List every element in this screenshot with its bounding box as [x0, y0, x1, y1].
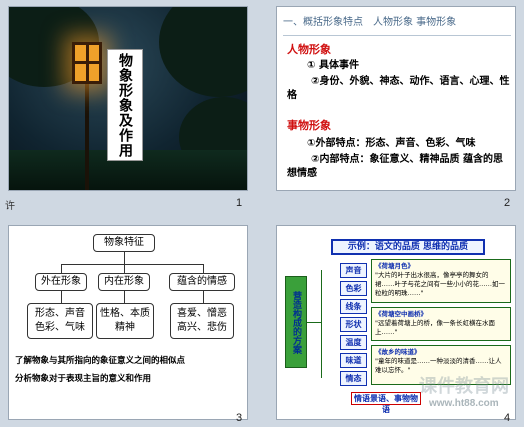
slide-1-title: 物象形象及作用 [107, 49, 143, 161]
connector [203, 264, 204, 273]
slide-1-thumbnail[interactable]: 物象形象及作用 [8, 6, 248, 191]
branch-emotion: 蕴含的情感 [169, 273, 235, 291]
connector [61, 291, 62, 303]
leaf-emotion: 喜爱、憎恶 高兴、悲伤 [170, 303, 234, 339]
slide-1-number: 1 [236, 197, 243, 209]
example-text: "远望着荷塘上的桥，像一条长虹横在水面上……" [375, 319, 495, 336]
lantern-icon [72, 42, 102, 84]
branch-internal: 内在形象 [98, 273, 150, 291]
slide-4-thumbnail[interactable]: 示例：语文的品质 思维的品质 营造构成的方案 声音 色彩 线条 形状 温度 味道… [276, 225, 516, 420]
slide-4-banner: 示例：语文的品质 思维的品质 [331, 239, 485, 255]
divider [283, 35, 511, 36]
slide-4-number: 4 [504, 412, 511, 424]
slide-3-footer-1: 了解物象与其所指向的象征意义之间的相似点 [15, 356, 186, 366]
slide-1-note: 许 [5, 201, 15, 212]
slide-2-heading: 一、概括形象特点 人物形象 事物形象 [283, 17, 457, 28]
slide-3-thumbnail[interactable]: 物象特征 外在形象 内在形象 蕴含的情感 形态、声音 色彩、气味 性格、本质 精… [8, 225, 248, 420]
connector [61, 264, 203, 265]
example-panel-2: 《荷塘空中画桥》 "远望着荷塘上的桥，像一条长虹横在水面上……" [371, 307, 511, 341]
item-internal: ②内部特点：象征意义、精神品质 蕴含的思想情感 [287, 154, 503, 179]
side-label: 营造构成的方案 [285, 276, 307, 368]
leaf-external: 形态、声音 色彩、气味 [27, 303, 93, 339]
watermark-url: www.ht88.com [429, 398, 499, 409]
tag-color: 色彩 [340, 281, 367, 296]
example-panel-1: 《荷塘月色》 "大片的叶子出水很高，像亭亭的舞女的裙……叶子与花之间有一些小小的… [371, 259, 511, 303]
connector [61, 264, 62, 273]
tag-line: 线条 [340, 299, 367, 314]
connector [203, 291, 204, 303]
section-people-title: 人物形象 [287, 43, 331, 56]
connector [124, 264, 125, 273]
tag-temperature: 温度 [340, 335, 367, 350]
slide-2-number: 2 [504, 197, 511, 209]
item-identity: ②身份、外貌、神态、动作、语言、心理、性格 [287, 76, 510, 101]
slide-2-thumbnail[interactable]: 一、概括形象特点 人物形象 事物形象 人物形象 ① 具体事件 ②身份、外貌、神态… [276, 6, 516, 191]
watermark-logo: 课件教育网 [419, 376, 509, 397]
slide-3-number: 3 [236, 412, 243, 424]
leaf-internal: 性格、本质 精神 [96, 303, 154, 339]
section-objects-title: 事物形象 [287, 119, 331, 132]
branch-external: 外在形象 [35, 273, 87, 291]
example-title: 《荷塘月色》 [375, 262, 414, 270]
connector [321, 270, 322, 378]
example-title: 《故乡的味道》 [375, 348, 421, 356]
example-title: 《荷塘空中画桥》 [375, 310, 427, 318]
connector [124, 252, 125, 264]
slide-4-footer: 情语景语、事物物语 [351, 392, 421, 414]
connector [307, 322, 321, 323]
item-events: ① 具体事件 [307, 60, 359, 71]
root-node: 物象特征 [93, 234, 155, 252]
tag-shape: 形状 [340, 317, 367, 332]
tag-taste: 味道 [340, 353, 367, 368]
tag-sound: 声音 [340, 263, 367, 278]
lantern-pole [85, 84, 89, 190]
connector [124, 291, 125, 303]
slide-3-footer-2: 分析物象对于表现主旨的意义和作用 [15, 374, 152, 384]
example-text: "大片的叶子出水很高，像亭亭的舞女的裙……叶子与花之间有一些小小的花……如一粒粒… [375, 271, 505, 297]
item-external: ①外部特点：形态、声音、色彩、气味 [307, 138, 476, 149]
tag-mood: 情态 [340, 371, 367, 386]
